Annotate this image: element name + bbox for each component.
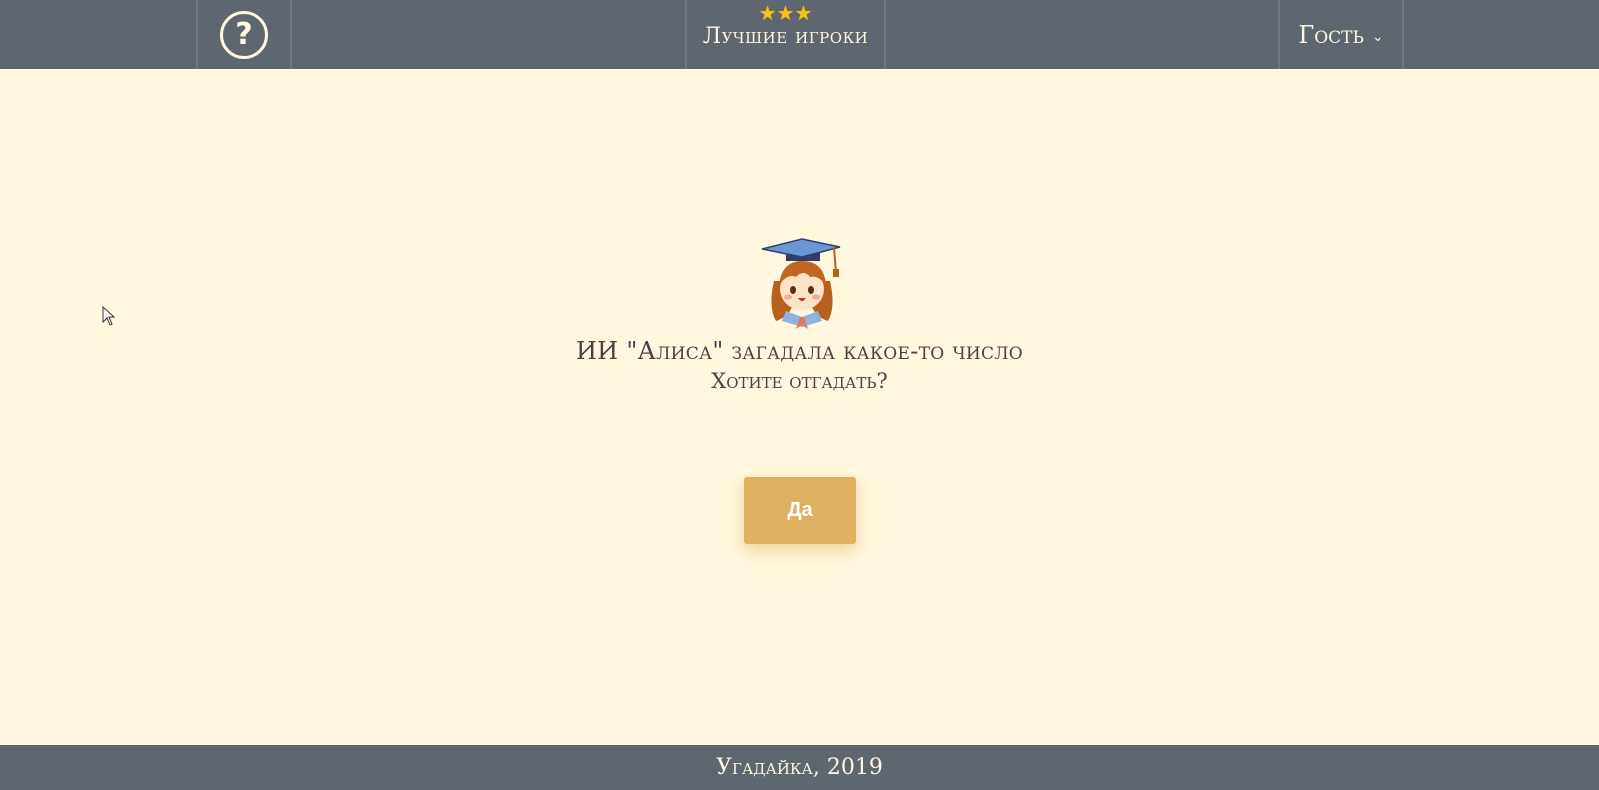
footer-text: Угадайка, 2019	[716, 755, 883, 780]
leaderboard-label: Лучшие игроки	[702, 24, 869, 49]
user-name-label: Гость	[1298, 20, 1364, 49]
help-icon: ?	[220, 10, 268, 59]
mouse-cursor-icon	[102, 306, 116, 326]
chevron-down-icon: ⌄	[1371, 28, 1384, 45]
footer: Угадайка, 2019	[0, 745, 1599, 790]
star-icon: ★	[758, 1, 777, 25]
top-navbar: ? ★ ★ ★ Лучшие игроки Гость ⌄	[0, 0, 1599, 69]
game-prompt-question: Хотите отгадать?	[711, 369, 888, 393]
help-button[interactable]: ?	[196, 0, 292, 69]
star-icon: ★	[794, 1, 813, 25]
stars-icon: ★ ★ ★	[759, 3, 813, 23]
mascot-girl-graduate-icon	[761, 238, 841, 329]
user-menu-dropdown[interactable]: Гость ⌄	[1278, 0, 1404, 69]
leaderboard-link[interactable]: ★ ★ ★ Лучшие игроки	[685, 0, 886, 69]
star-icon: ★	[776, 1, 795, 25]
main-content: ИИ "Алиса" загадала какое-то число Хотит…	[0, 69, 1599, 745]
yes-button[interactable]: Да	[744, 477, 856, 544]
game-prompt-headline: ИИ "Алиса" загадала какое-то число	[575, 337, 1024, 365]
